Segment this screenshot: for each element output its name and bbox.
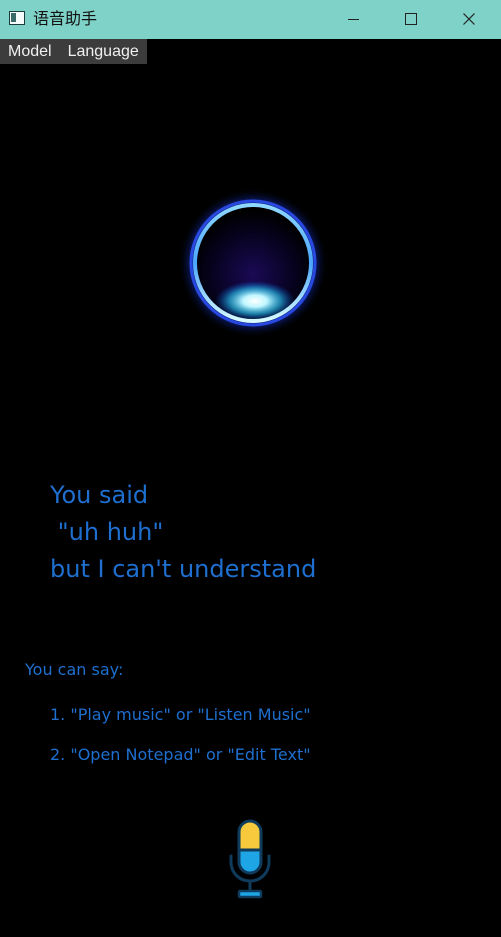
menu-language[interactable]: Language [60,39,147,64]
close-button[interactable] [440,0,498,39]
microphone-icon[interactable] [225,818,275,900]
voice-orb-icon[interactable] [178,188,328,338]
hints-title: You can say: [25,660,124,679]
window-title: 语音助手 [33,9,98,28]
assistant-window: 语音助手 Model Language You said "uh huh" bu… [0,0,501,937]
menu-bar: Model Language [0,39,147,64]
close-icon [463,13,475,25]
menu-model[interactable]: Model [0,39,60,64]
minimize-button[interactable] [324,0,382,39]
response-line-2: "uh huh" [50,518,164,546]
hint-item: 1. "Play music" or "Listen Music" [50,705,311,724]
maximize-button[interactable] [382,0,440,39]
response-line-1: You said [50,481,149,509]
app-window-icon [9,11,25,25]
response-line-3: but I can't understand [50,555,317,583]
hint-item: 2. "Open Notepad" or "Edit Text" [50,745,311,764]
assistant-response: You said "uh huh" but I can't understand [50,477,316,588]
title-bar[interactable]: 语音助手 [0,0,501,39]
